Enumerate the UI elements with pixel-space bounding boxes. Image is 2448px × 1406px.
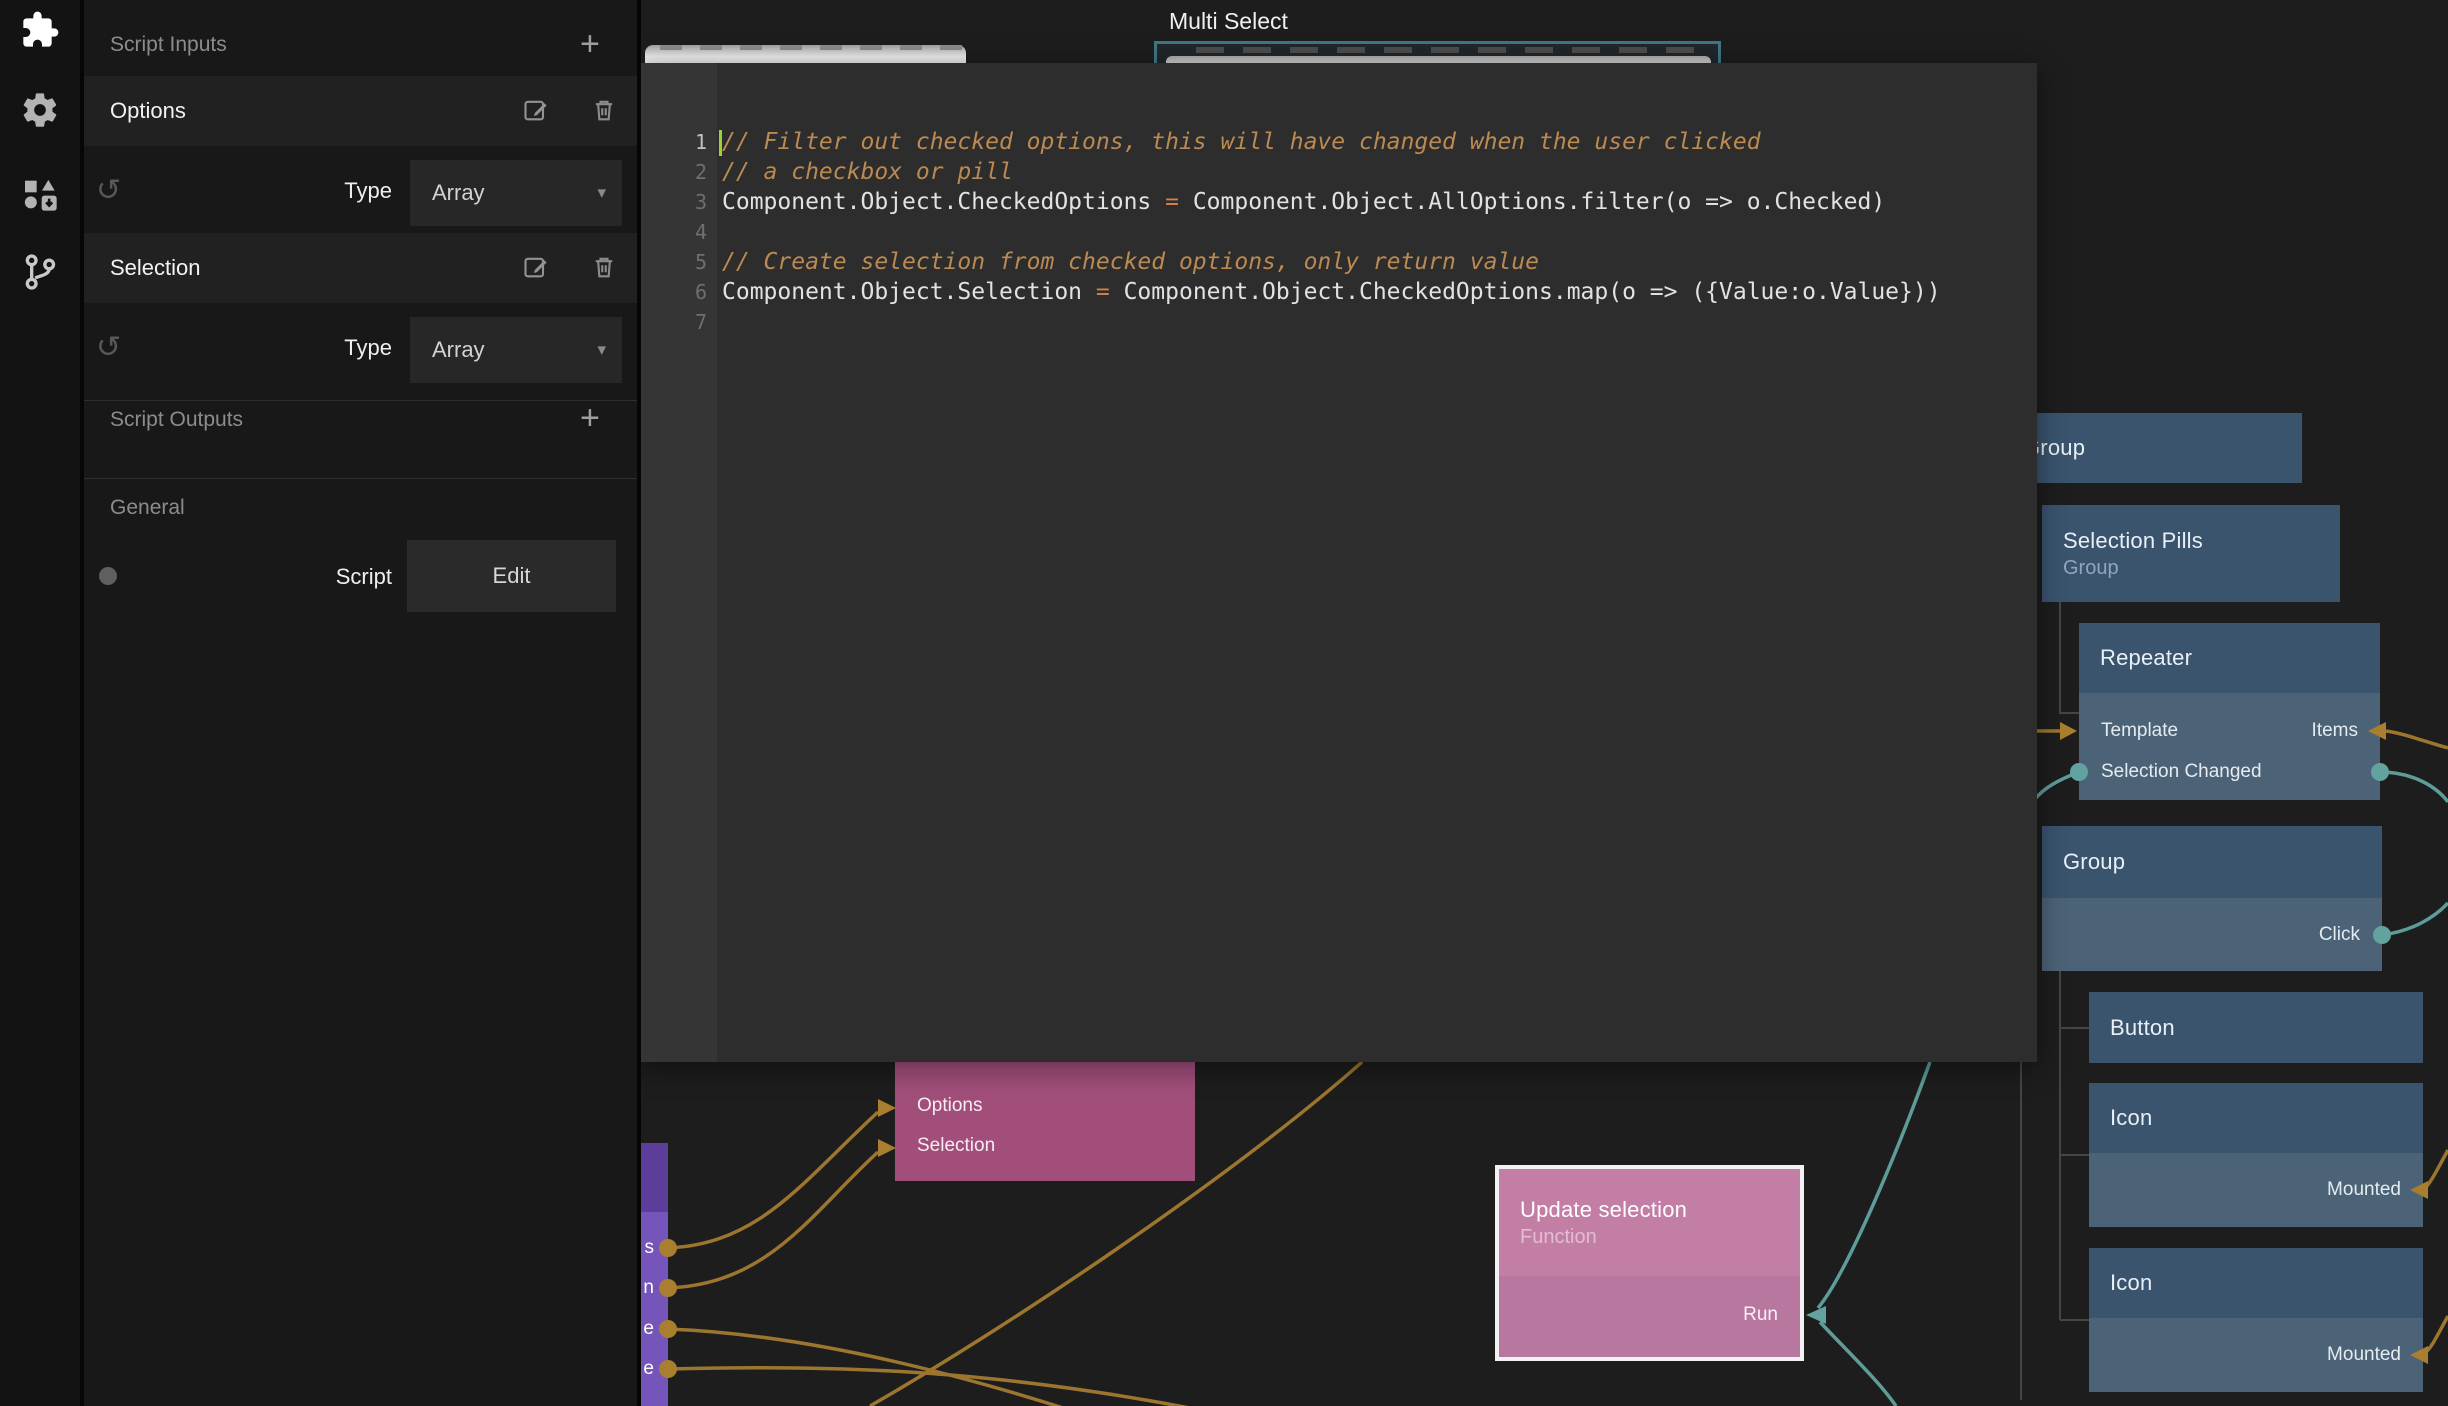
param-name-selection: Selection [110,255,201,281]
reset-value-icon[interactable]: ↺ [96,173,121,208]
section-title-script-inputs: Script Inputs [110,33,227,57]
node-icon-1[interactable]: Icon Mounted [2089,1083,2423,1227]
node-subtitle: Group [2063,557,2340,580]
section-title-script-outputs: Script Outputs [110,408,243,432]
node-update-selection[interactable]: Update selection Function Run [1499,1169,1800,1357]
port-selection[interactable]: Selection [917,1135,995,1157]
port-e[interactable]: e [643,1318,654,1340]
line-number: 2 [637,157,707,187]
port-s[interactable]: s [645,1237,655,1259]
port-e[interactable]: e [643,1358,654,1380]
delete-icon[interactable] [590,253,618,286]
chevron-down-icon: ▾ [597,340,606,360]
node-title: Icon [2110,1105,2423,1131]
code-line-1[interactable]: 1// Filter out checked options, this wil… [637,127,2037,157]
edit-button-label: Edit [493,563,531,589]
port-run[interactable]: Run [1743,1304,1778,1326]
gear-icon[interactable] [20,90,60,130]
node-repeater[interactable]: Repeater Template Items Selection Changed [2079,623,2380,800]
text-cursor [719,130,722,156]
port-mounted[interactable]: Mounted [2327,1179,2401,1201]
add-script-input-button[interactable]: + [580,30,600,58]
script-port-dot[interactable] [99,567,117,585]
port-template[interactable]: Template [2101,720,2178,742]
line-number: 3 [637,187,707,217]
line-number: 5 [637,247,707,277]
section-title-general: General [110,496,185,520]
param-name-options: Options [110,98,186,124]
node-title: Selection Pills [2063,528,2340,554]
code-line-3[interactable]: 3Component.Object.CheckedOptions = Compo… [637,187,2037,217]
node-icon-2[interactable]: Icon Mounted [2089,1248,2423,1392]
node-title: Group [2063,849,2382,875]
node-title: Group [2023,435,2302,461]
properties-panel: Script Inputs + Options ↺ Type Array ▾ S… [84,0,641,1406]
type-label: Type [260,335,392,361]
chevron-down-icon: ▾ [597,183,606,203]
node-port-band [895,1072,1195,1181]
code-line-7[interactable]: 7 [637,307,2037,337]
code-line-4[interactable]: 4 [637,217,2037,247]
node-title: Update selection [1520,1197,1800,1223]
code-line-2[interactable]: 2// a checkbox or pill [637,157,2037,187]
node-button[interactable]: Button [2089,992,2423,1063]
node-group-2[interactable]: Group Click [2042,826,2382,971]
edit-script-button[interactable]: Edit [407,540,616,612]
node-title: Repeater [2100,645,2380,671]
port-n[interactable]: n [643,1277,654,1299]
line-number: 6 [637,277,707,307]
line-number: 1 [637,127,707,157]
divider [84,400,637,401]
code-line-6[interactable]: 6Component.Object.Selection = Component.… [637,277,2037,307]
script-label: Script [260,564,392,590]
port-items[interactable]: Items [2312,720,2358,742]
type-dropdown-options[interactable]: Array ▾ [410,160,622,226]
code-line-5[interactable]: 5// Create selection from checked option… [637,247,2037,277]
node-selection-pills[interactable]: Selection Pills Group [2042,505,2340,602]
node-title: Button [2110,1015,2423,1041]
type-label: Type [260,178,392,204]
type-dropdown-value: Array [432,337,485,363]
line-number: 4 [637,217,707,247]
node-title: Icon [2110,1270,2423,1296]
app-window: Multi Select Group Selection Pills Group Re… [0,0,2448,1406]
port-selection-changed[interactable]: Selection Changed [2101,761,2262,783]
add-script-output-button[interactable]: + [580,404,600,432]
type-dropdown-value: Array [432,180,485,206]
node-port-band [2079,693,2380,800]
reset-value-icon[interactable]: ↺ [96,330,121,365]
icon-sidebar [0,0,84,1406]
script-code-editor[interactable]: 1// Filter out checked options, this wil… [637,63,2037,1062]
port-mounted[interactable]: Mounted [2327,1344,2401,1366]
rename-icon[interactable] [522,253,550,286]
port-click[interactable]: Click [2319,924,2360,946]
divider [84,478,637,479]
puzzle-icon[interactable] [20,10,60,50]
node-group-top[interactable]: Group [2002,413,2302,483]
components-icon[interactable] [20,174,60,214]
node-subtitle: Function [1520,1226,1800,1249]
line-number: 7 [637,307,707,337]
rename-icon[interactable] [522,96,550,129]
port-options[interactable]: Options [917,1095,982,1117]
version-control-icon[interactable] [20,252,60,292]
delete-icon[interactable] [590,96,618,129]
preview-component-title: Multi Select [1169,8,1288,35]
type-dropdown-selection[interactable]: Array ▾ [410,317,622,383]
